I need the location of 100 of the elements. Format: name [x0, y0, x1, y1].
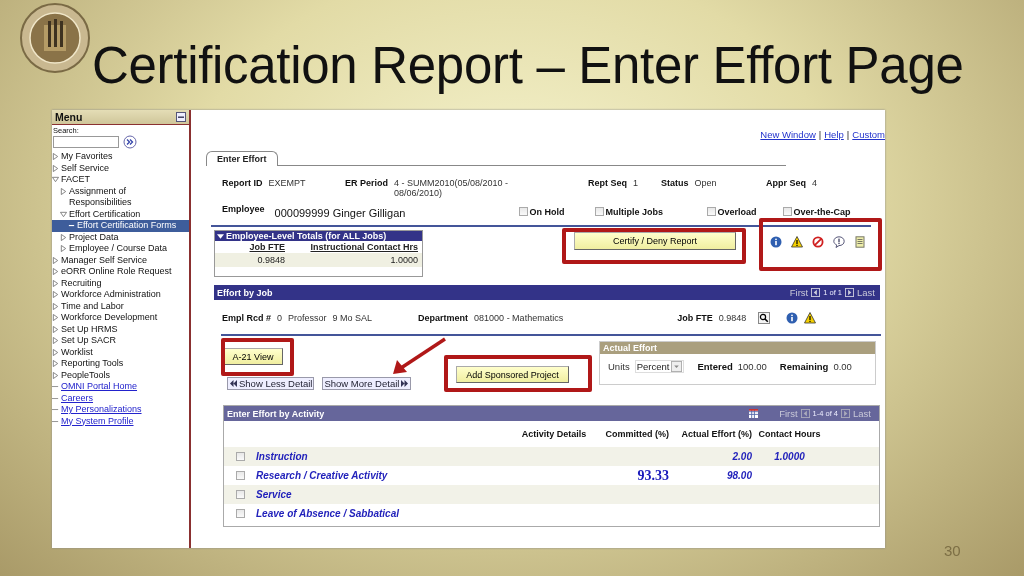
field-label: Empl Rcd # [222, 313, 271, 323]
column-header: Contact Hours [757, 429, 822, 439]
checkbox[interactable] [235, 471, 245, 480]
column-header: Actual Effort (%) [680, 429, 752, 439]
field-value: 0 [277, 313, 283, 323]
checkbox[interactable] [782, 207, 792, 216]
checkbox[interactable] [594, 207, 604, 216]
info-icon[interactable] [770, 236, 782, 248]
collapse-icon[interactable] [176, 112, 186, 122]
detail-button[interactable]: Show More Detail [322, 377, 412, 390]
menu-item[interactable]: Set Up SACR [52, 335, 189, 347]
table-cell: 2.00 [732, 451, 752, 462]
column-header: Activity Details [520, 429, 588, 439]
menu-item[interactable]: Reporting Tools [52, 358, 189, 370]
menu-title: Menu [52, 110, 189, 125]
activity-link[interactable]: Service [256, 489, 292, 500]
warning-icon[interactable] [804, 312, 817, 324]
pager-link[interactable]: First [789, 287, 809, 298]
checkbox-label: Multiple Jobs [605, 206, 664, 217]
certify-button[interactable]: Certify / Deny Report [574, 232, 736, 250]
field-value: Open [694, 178, 717, 188]
menu-item[interactable]: My Favorites [52, 151, 189, 163]
next-icon[interactable] [845, 288, 855, 297]
menu-item[interactable]: My System Profile [52, 415, 189, 427]
arrow [393, 337, 446, 374]
employee-name: 000099999 Ginger Gilligan [274, 207, 407, 219]
menu-item[interactable]: Manager Self Service [52, 254, 189, 266]
search-field[interactable] [53, 136, 119, 148]
checkbox-label: On Hold [529, 206, 565, 217]
checkbox-label: Overload [717, 206, 757, 217]
field-value: 100.00 [737, 361, 767, 372]
search-icon[interactable] [758, 312, 771, 324]
add-sponsored-project-button[interactable]: Add Sponsored Project [456, 366, 569, 383]
checkbox[interactable] [235, 490, 245, 499]
checkbox[interactable] [235, 452, 245, 461]
a21-view-button[interactable]: A-21 View [223, 348, 283, 365]
table-cell-text: 1.0000 [389, 255, 418, 265]
grid-title: Enter Effort by Activity [227, 408, 325, 419]
menu-item[interactable]: Employee / Course Data [52, 243, 189, 255]
stop-icon[interactable] [812, 236, 824, 248]
units-dropdown[interactable]: Percent [634, 360, 685, 373]
table-cell: 98.00 [726, 470, 752, 481]
activity-link[interactable]: Leave of Absence / Sabbatical [256, 508, 400, 519]
menu-item[interactable]: Effort Certification Forms [52, 220, 189, 232]
checkbox[interactable] [235, 509, 245, 518]
triangle-icon [217, 232, 224, 240]
menu-item[interactable]: Project Data [52, 231, 189, 243]
separator: | [846, 129, 850, 140]
menu-item[interactable]: Recruiting [52, 277, 189, 289]
field-value: 0.00 [833, 361, 852, 372]
table-cell-text: 0.9848 [256, 255, 285, 265]
menu-item[interactable]: PeopleTools [52, 369, 189, 381]
menu-item[interactable]: FACET [52, 174, 189, 186]
menu-item[interactable]: Set Up HRMS [52, 323, 189, 335]
menu-item[interactable]: Self Service [52, 162, 189, 174]
menu-item[interactable]: Time and Labor [52, 300, 189, 312]
menu-item[interactable]: My Personalizations [52, 404, 189, 416]
pay-type: 9 Mo SAL [332, 313, 373, 323]
menu-item[interactable]: Careers [52, 392, 189, 404]
field-label: Job FTE [677, 313, 713, 323]
field-label: Remaining [779, 361, 829, 372]
checkbox[interactable] [706, 207, 716, 216]
menu-item[interactable]: Workforce Development [52, 312, 189, 324]
field-value: 1 [633, 178, 639, 188]
pager-link[interactable]: Last [857, 287, 875, 298]
field-value: 081000 - Mathematics [474, 313, 564, 323]
grid-icon[interactable] [749, 409, 759, 418]
detail-button[interactable]: Show Less Detail [227, 377, 315, 390]
dash-icon [68, 222, 75, 229]
field-label: Appr Seq [766, 178, 806, 188]
menu-item[interactable]: Worklist [52, 346, 189, 358]
tab[interactable]: Enter Effort [206, 151, 278, 166]
section-title: Effort by Job [217, 287, 273, 298]
menu-item[interactable]: Assignment of Responsibilities [52, 185, 189, 209]
header-link[interactable]: Custom [852, 129, 885, 140]
field-label: Department [418, 313, 469, 323]
double-left-icon [229, 380, 238, 387]
note-icon[interactable] [854, 236, 866, 248]
activity-link[interactable]: Instruction [256, 451, 308, 462]
menu-item[interactable]: OMNI Portal Home [52, 381, 189, 393]
exclamation-bubble-icon[interactable] [833, 236, 845, 248]
menu-item[interactable]: eORR Online Role Request [52, 266, 189, 278]
header-link[interactable]: New Window [760, 129, 816, 140]
header-link[interactable]: Help [824, 129, 844, 140]
field-value: 4 [812, 178, 818, 188]
field-value: EXEMPT [268, 178, 306, 188]
previous-icon[interactable] [811, 288, 821, 297]
field-label: ER Period [345, 178, 388, 188]
activity-link[interactable]: Research / Creative Activity [256, 470, 388, 481]
menu-item[interactable]: Workforce Administration [52, 289, 189, 301]
checkbox[interactable] [518, 207, 528, 216]
warning-icon[interactable] [791, 236, 803, 248]
field-label: Status [661, 178, 689, 188]
menu-item[interactable]: Effort Certification [52, 208, 189, 220]
info-icon[interactable] [786, 312, 799, 324]
go-icon[interactable] [123, 135, 137, 149]
field-label: Employee [222, 204, 265, 214]
caret-icon [671, 361, 683, 372]
totals-header[interactable]: Employee-Level Totals (for ALL Jobs) [215, 231, 422, 241]
separator: | [818, 129, 822, 140]
